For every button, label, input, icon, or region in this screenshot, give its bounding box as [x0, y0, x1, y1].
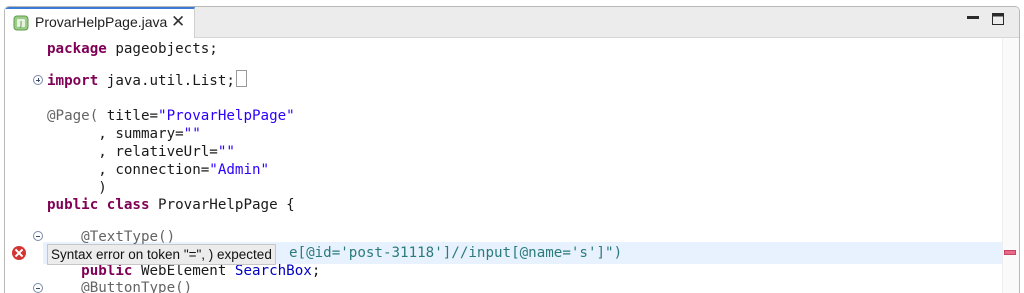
code-text: , relativeUrl= [47, 144, 218, 160]
code-text: java.util.List; [98, 73, 235, 89]
keyword: public [47, 197, 99, 213]
code-text: , summary= [47, 126, 184, 142]
error-icon[interactable] [12, 246, 26, 260]
code-text: ProvarHelpPage { [149, 197, 295, 213]
error-tooltip: Syntax error on token "=", ) expected [47, 244, 276, 265]
string-literal: "ProvarHelpPage" [158, 108, 295, 124]
tab-bar: J ProvarHelpPage.java ✕ [5, 7, 1019, 38]
code-text: , connection= [47, 162, 210, 178]
keyword: class [106, 197, 150, 213]
expand-fold-icon[interactable] [33, 75, 43, 85]
error-overview-marker[interactable] [1004, 250, 1016, 255]
tab-provar-help-page[interactable]: J ProvarHelpPage.java ✕ [5, 7, 195, 38]
code-line-8[interactable]: public class ProvarHelpPage { [47, 194, 295, 216]
code-editor[interactable]: package pageobjects; import java.util.Li… [5, 38, 1019, 293]
tab-label: ProvarHelpPage.java [35, 14, 168, 30]
code-text: ; [311, 263, 321, 279]
string-literal: e[@id='post-31118']//input[@name='s']") [289, 245, 623, 261]
string-literal: "Admin" [209, 162, 270, 178]
code-line-12[interactable]: @ButtonType() [47, 277, 192, 293]
minimize-icon[interactable] [967, 13, 979, 25]
code-text: pageobjects; [106, 41, 218, 57]
keyword: import [47, 73, 99, 89]
string-literal: "" [217, 144, 235, 160]
close-icon[interactable]: ✕ [171, 13, 185, 30]
java-file-icon: J [13, 15, 29, 31]
editor-window: J ProvarHelpPage.java ✕ package pageobje… [4, 6, 1020, 293]
keyword: package [47, 41, 107, 57]
maximize-icon[interactable] [992, 13, 1004, 25]
collapse-fold-icon[interactable] [33, 231, 43, 241]
code-text: title= [98, 108, 159, 124]
field-name: SearchBox [226, 263, 312, 279]
folded-region-marker[interactable] [235, 70, 247, 87]
string-literal: "" [183, 126, 201, 142]
code-line-2[interactable]: import java.util.List; [47, 70, 247, 92]
annotation: @ButtonType() [47, 280, 193, 293]
svg-text:J: J [19, 20, 22, 28]
annotation: @Page( [47, 108, 99, 124]
code-line-1[interactable]: package pageobjects; [47, 38, 218, 60]
